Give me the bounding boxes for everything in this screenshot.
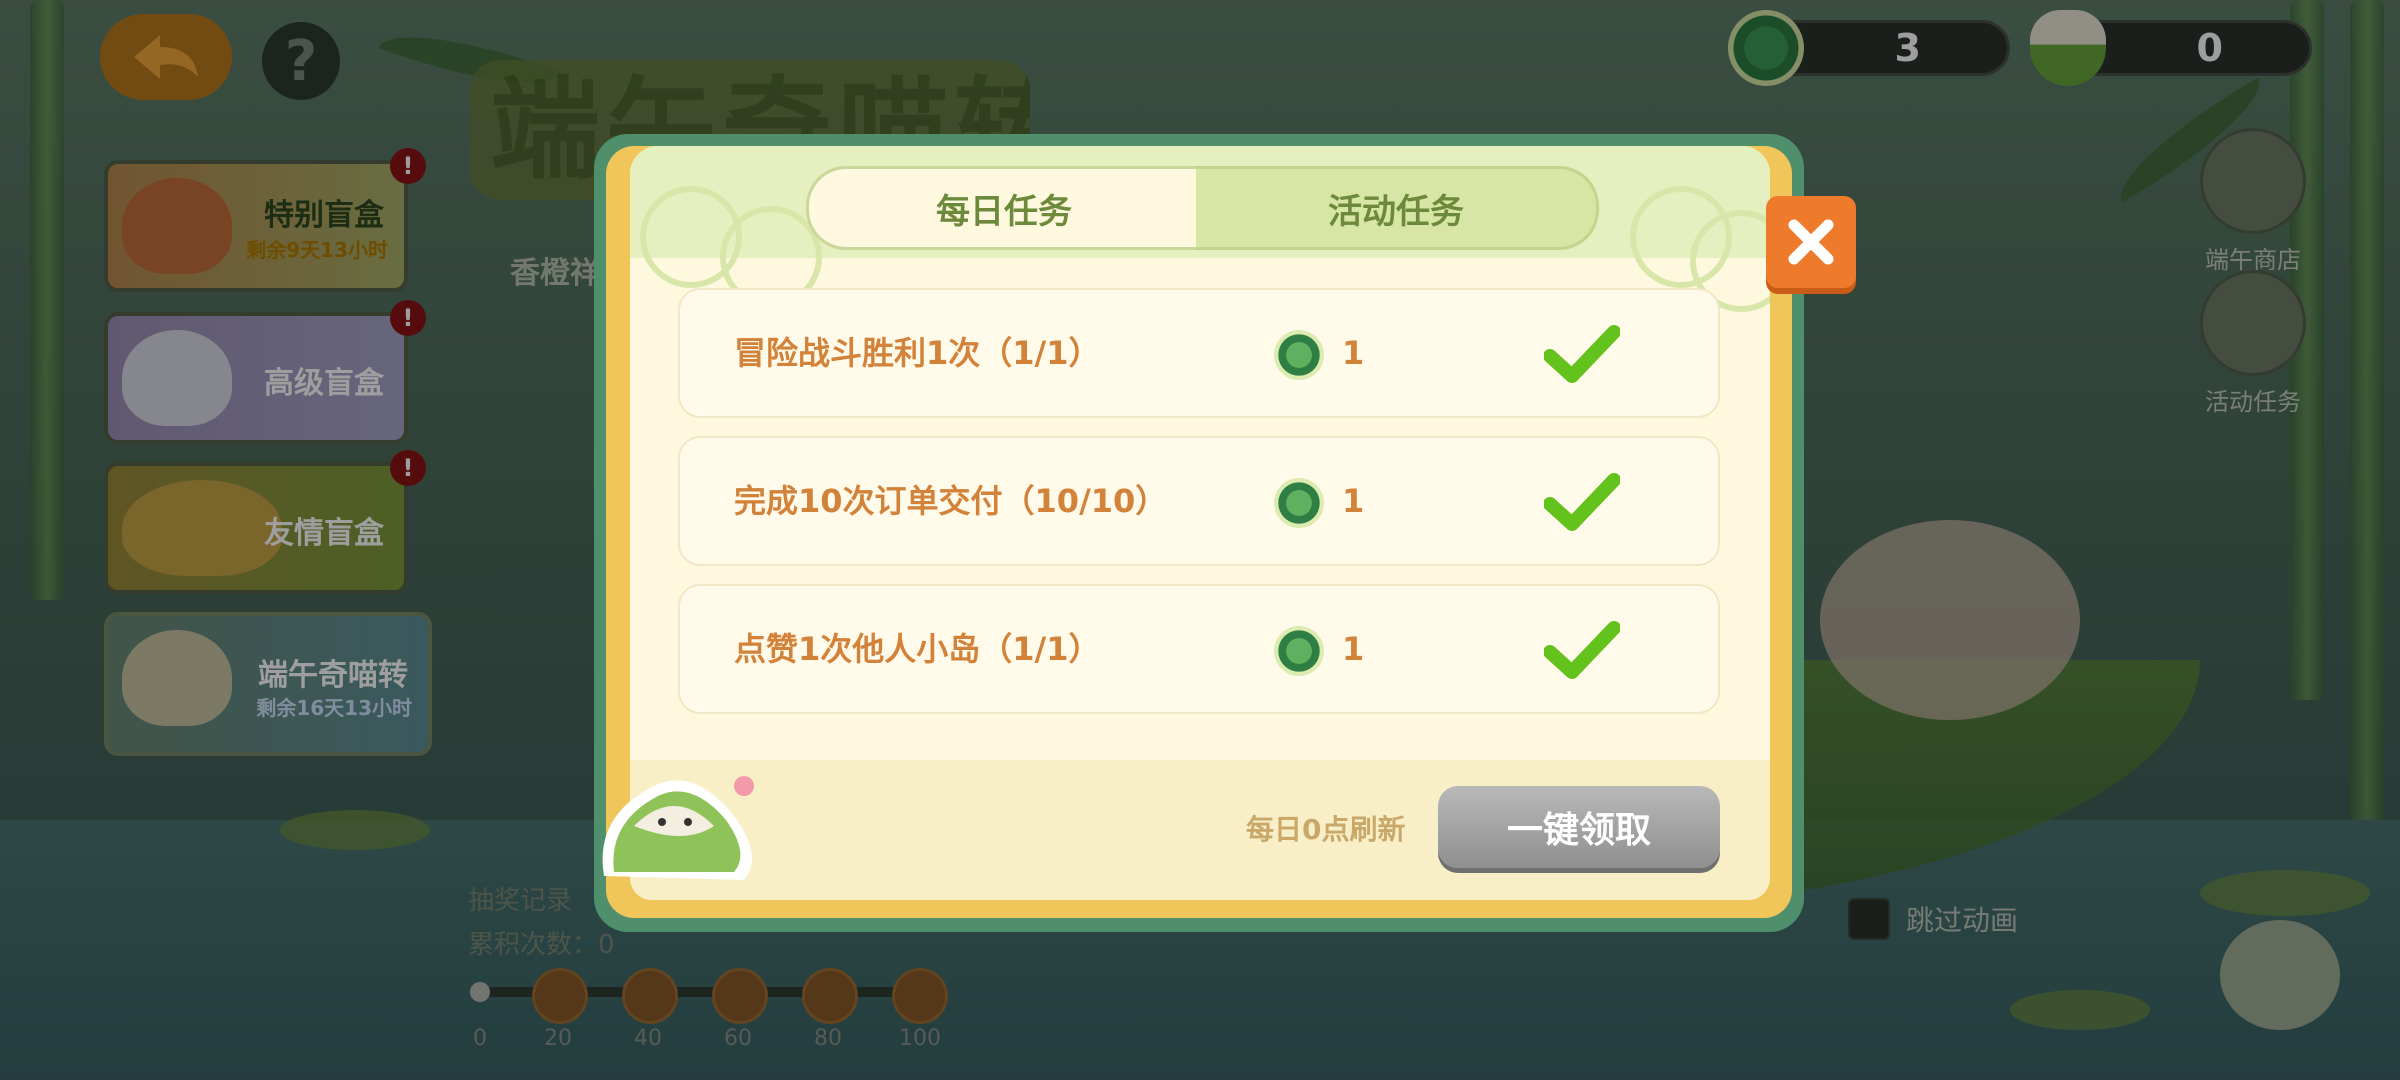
tab-daily-tasks[interactable]: 每日任务 (806, 166, 1199, 250)
tab-event-tasks[interactable]: 活动任务 (1196, 166, 1599, 250)
task-reward: 1 (1342, 334, 1365, 372)
close-button[interactable] (1766, 196, 1856, 288)
task-name: 完成10次订单交付（10/10） (734, 482, 1168, 520)
checkmark-icon (1544, 621, 1620, 679)
task-reward: 1 (1342, 482, 1365, 520)
task-reward: 1 (1342, 630, 1365, 668)
task-name: 点赞1次他人小岛（1/1） (734, 630, 1101, 668)
task-row: 点赞1次他人小岛（1/1） 1 (678, 584, 1720, 714)
task-row: 完成10次订单交付（10/10） 1 (678, 436, 1720, 566)
checkmark-icon (1544, 473, 1620, 531)
checkmark-icon (1544, 325, 1620, 383)
task-row: 冒险战斗胜利1次（1/1） 1 (678, 288, 1720, 418)
refresh-note: 每日0点刷新 (1246, 813, 1406, 846)
claim-all-button[interactable]: 一键领取 (1438, 786, 1720, 868)
zongzi-mascot-sticker (602, 776, 754, 880)
close-icon (1788, 219, 1834, 265)
task-tabs: 每日任务 活动任务 (806, 166, 1599, 250)
green-coin-icon (1274, 478, 1324, 528)
green-coin-icon (1274, 330, 1324, 380)
task-name: 冒险战斗胜利1次（1/1） (734, 334, 1101, 372)
green-coin-icon (1274, 626, 1324, 676)
